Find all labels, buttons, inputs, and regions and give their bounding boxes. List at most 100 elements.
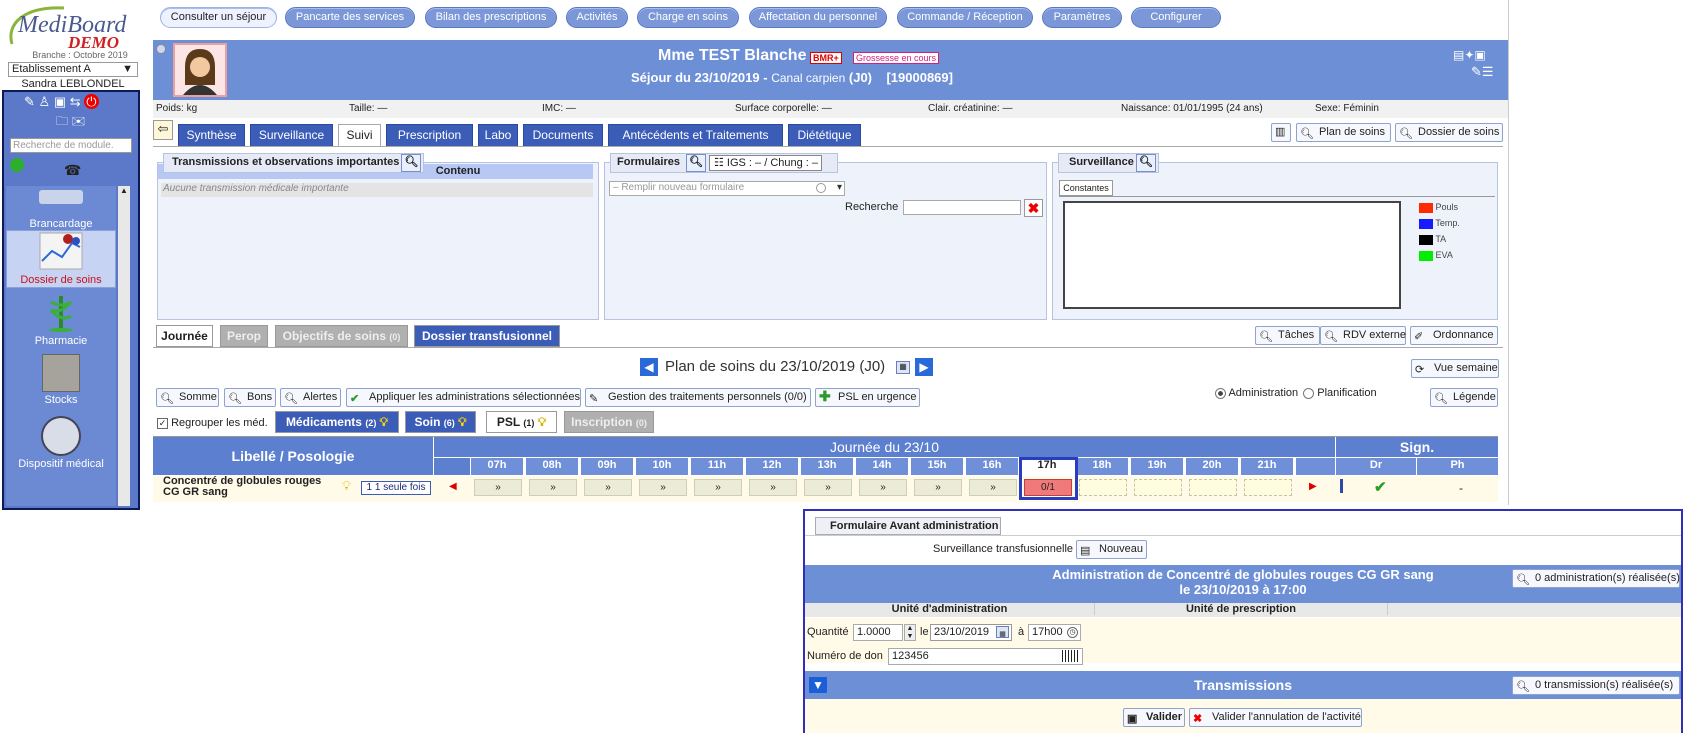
time-slot[interactable]: » (749, 479, 797, 496)
clock-icon[interactable]: ◷ (1067, 627, 1078, 638)
module-dossier-de-soins[interactable]: Dossier de soins (6, 230, 116, 288)
bulb-icon[interactable]: 💡︎ (342, 478, 351, 494)
edit-list-icon[interactable]: ✎☰ (1471, 64, 1494, 80)
time-slot[interactable]: » (474, 479, 522, 496)
somme-button[interactable]: 🔍︎ Somme (156, 388, 219, 407)
tab-objectifs[interactable]: Objectifs de soins (0) (275, 325, 408, 347)
tab-psl[interactable]: PSL (1) 💡︎ (486, 411, 557, 433)
legende-button[interactable]: 🔍︎ Légende (1430, 388, 1498, 407)
annuler-activite-button[interactable]: ✖ Valider l'annulation de l'activité (1189, 708, 1362, 727)
don-input[interactable]: 123456 (888, 648, 1083, 665)
tab-synthese[interactable]: Synthèse (178, 124, 245, 146)
tab-journee[interactable]: Journée (156, 325, 213, 347)
nav-commande[interactable]: Commande / Réception (897, 7, 1033, 28)
patient-avatar[interactable] (173, 43, 227, 97)
sejour-date[interactable]: Séjour du 23/10/2019 (631, 70, 760, 85)
user-icon[interactable]: ♙ (39, 94, 51, 109)
calendar-icon[interactable]: ▦ (896, 361, 910, 374)
valider-button[interactable]: ▣ Valider (1123, 708, 1185, 727)
frequency-badge[interactable]: 1 1 seule fois (361, 481, 431, 495)
alertes-button[interactable]: 🔍︎ Alertes (280, 388, 341, 407)
search-icon[interactable]: 🔍︎ (1135, 154, 1156, 172)
tab-perop[interactable]: Perop (220, 325, 268, 347)
tab-labo[interactable]: Labo (478, 124, 518, 146)
transmissions-realisees-button[interactable]: 🔍︎ 0 transmission(s) réalisée(s) (1512, 676, 1680, 695)
admin-realisees-button[interactable]: 🔍︎ 0 administration(s) réalisée(s) (1512, 569, 1680, 588)
form-search-input[interactable] (903, 200, 1021, 215)
search-icon[interactable]: 🔍︎ (401, 154, 422, 172)
print-icon[interactable]: ▤✦▣ (1453, 48, 1486, 62)
mediboard-logo[interactable]: MediBoard DEMO (4, 4, 144, 52)
folder-icon[interactable]: 🗀 ✉ (56, 112, 85, 133)
nav-pancarte[interactable]: Pancarte des services (285, 7, 415, 28)
tab-documents[interactable]: Documents (523, 124, 603, 146)
time-slot[interactable]: » (584, 479, 632, 496)
admin-date-input[interactable]: 23/10/2019 ▦ (930, 624, 1012, 641)
time-slot[interactable] (1079, 479, 1127, 496)
check-icon[interactable]: ✔ (1374, 478, 1387, 496)
next-day-icon[interactable]: ▶ (915, 358, 933, 376)
vue-semaine-button[interactable]: ⟳ Vue semaine (1411, 359, 1499, 378)
form-select[interactable]: – Remplir nouveau formulaire ▾ (609, 181, 845, 196)
back-arrow-icon[interactable]: ⇦ (153, 120, 173, 140)
scroll-right-icon[interactable]: ▶ (1309, 481, 1317, 492)
tab-prescription[interactable]: Prescription (386, 124, 473, 146)
tab-antecedents[interactable]: Antécédents et Traitements (608, 124, 783, 146)
nav-affectation[interactable]: Affectation du personnel (749, 7, 887, 28)
nav-charge[interactable]: Charge en soins (637, 7, 739, 28)
radio-planification[interactable] (1303, 387, 1315, 399)
time-slot[interactable] (1244, 479, 1292, 496)
nouveau-button[interactable]: ▤ Nouveau (1076, 540, 1147, 559)
time-slot[interactable]: » (529, 479, 577, 496)
psl-urgence-button[interactable]: ✚ PSL en urgence (815, 388, 920, 407)
tab-soin[interactable]: Soin (6) 💡︎ (405, 411, 476, 433)
patient-name[interactable]: Mme TEST Blanche (658, 47, 806, 65)
nav-consulter-sejour[interactable]: Consulter un séjour (160, 7, 277, 28)
ordonnance-button[interactable]: ✐ Ordonnance (1410, 326, 1498, 345)
admin-time-input[interactable]: 17h00 ◷ (1028, 624, 1081, 641)
pin-icon[interactable]: ✎ (24, 94, 35, 109)
collapse-icon[interactable] (156, 44, 166, 54)
power-icon[interactable]: ⏻ (84, 94, 99, 109)
chart-icon[interactable]: ▥ (1271, 123, 1291, 142)
radio-administration[interactable] (1215, 387, 1226, 399)
lock-icon[interactable]: ▣ (54, 94, 66, 109)
nav-bilan[interactable]: Bilan des prescriptions (425, 7, 557, 28)
gestion-traitements-button[interactable]: ✎ Gestion des traitements personnels (0/0… (585, 388, 811, 407)
calendar-icon[interactable]: ▦ (996, 626, 1009, 638)
module-search-input[interactable]: Recherche de module. (10, 138, 132, 153)
establishment-select[interactable]: Etablissement A ▼ (8, 62, 138, 77)
bons-button[interactable]: 🔍︎ Bons (224, 388, 276, 407)
tab-surveillance[interactable]: Surveillance (250, 124, 333, 146)
module-pharmacie[interactable]: Pharmacie (6, 292, 116, 350)
prev-day-icon[interactable]: ◀ (640, 358, 658, 376)
igs-button[interactable]: ☷ IGS : – / Chung : – (709, 155, 823, 171)
time-slot[interactable]: » (804, 479, 852, 496)
plan-de-soins-button[interactable]: 🔍︎ Plan de soins (1296, 123, 1391, 142)
module-dispositif-medical[interactable]: Dispositif médical (6, 414, 116, 472)
regrouper-checkbox[interactable]: ✓ (157, 417, 168, 429)
dossier-de-soins-button[interactable]: 🔍︎ Dossier de soins (1395, 123, 1503, 142)
module-scrollbar[interactable]: ▲ (118, 186, 130, 506)
barcode-icon[interactable] (1062, 650, 1080, 662)
search-icon[interactable]: 🔍︎ (686, 154, 706, 172)
scroll-left-icon[interactable]: ◀ (449, 481, 457, 492)
tab-inscription[interactable]: Inscription (0) (564, 411, 654, 433)
clear-icon[interactable]: ✖ (1024, 199, 1043, 217)
status-cloud-icon[interactable] (10, 158, 24, 172)
tab-medicaments[interactable]: Médicaments (2) 💡︎ (275, 411, 399, 433)
nav-activites[interactable]: Activités (566, 7, 628, 28)
time-slot[interactable]: » (914, 479, 962, 496)
tab-constantes[interactable]: Constantes (1059, 180, 1113, 196)
taches-button[interactable]: 🔍︎ Tâches (1255, 326, 1320, 345)
quantite-stepper[interactable]: ▲ ▼ (904, 624, 916, 641)
phone-icon[interactable]: ☎ (64, 162, 81, 179)
quantite-input[interactable]: 1.0000 (853, 624, 903, 641)
rdv-externe-button[interactable]: 🔍︎ RDV externe (1320, 326, 1406, 345)
tab-dietetique[interactable]: Diététique (788, 124, 861, 146)
appliquer-button[interactable]: ✔ Appliquer les administrations sélection… (346, 388, 581, 407)
nav-configurer[interactable]: Configurer (1131, 7, 1221, 28)
time-slot[interactable] (1134, 479, 1182, 496)
module-brancardage[interactable]: Brancardage (6, 186, 116, 230)
tab-suivi[interactable]: Suivi (338, 124, 381, 146)
